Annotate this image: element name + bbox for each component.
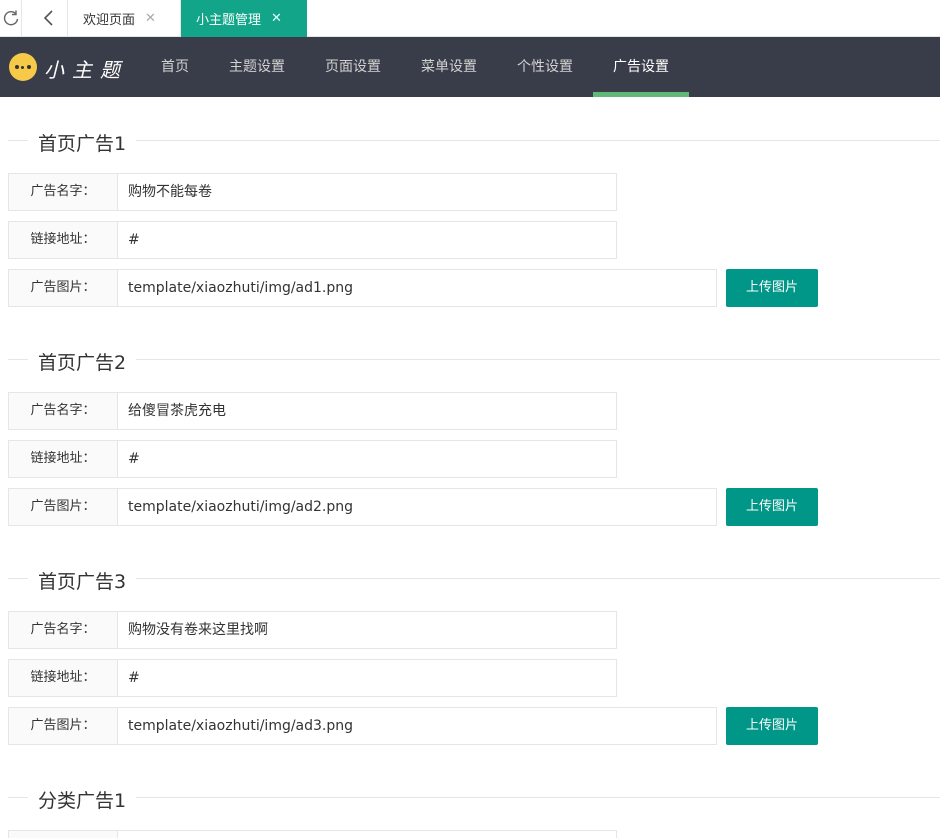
link-input[interactable]: # bbox=[117, 659, 617, 697]
section-divider bbox=[8, 578, 940, 579]
ad-image-label: 广告图片： bbox=[8, 269, 118, 307]
section-title: 首页广告1 bbox=[28, 129, 137, 155]
ad-image-input[interactable]: template/xiaozhuti/img/ad3.png bbox=[117, 707, 717, 745]
section-divider bbox=[8, 359, 940, 360]
tab-label: 欢迎页面 bbox=[83, 13, 136, 28]
section-title: 分类广告1 bbox=[28, 786, 137, 812]
link-label: 链接地址： bbox=[8, 221, 118, 259]
upload-image-button[interactable]: 上传图片 bbox=[726, 707, 818, 745]
ad-name-label: 广告名字： bbox=[8, 173, 118, 211]
ad-name-input[interactable]: 给傻冒茶虎充电 bbox=[117, 392, 617, 430]
link-label: 链接地址： bbox=[8, 440, 118, 478]
nav-item-page-settings[interactable]: 页面设置 bbox=[313, 37, 393, 97]
link-label: 链接地址： bbox=[8, 659, 118, 697]
nav-item-personal-settings[interactable]: 个性设置 bbox=[505, 37, 585, 97]
logo-text: 小主题 bbox=[44, 58, 128, 82]
upload-image-button[interactable]: 上传图片 bbox=[726, 269, 818, 307]
nav-item-menu-settings[interactable]: 菜单设置 bbox=[409, 37, 489, 97]
close-icon[interactable]: ✕ bbox=[271, 11, 282, 26]
section-divider bbox=[8, 140, 940, 141]
close-icon[interactable]: ✕ bbox=[145, 11, 156, 26]
tab-theme-manage[interactable]: 小主题管理 ✕ bbox=[181, 0, 307, 37]
ad-image-label: 广告图片： bbox=[8, 707, 118, 745]
ad-name-label-partial bbox=[8, 830, 118, 838]
ad-image-input[interactable]: template/xiaozhuti/img/ad1.png bbox=[117, 269, 717, 307]
section-title: 首页广告3 bbox=[28, 567, 137, 593]
back-arrow-icon[interactable] bbox=[30, 0, 68, 36]
upload-image-button[interactable]: 上传图片 bbox=[726, 488, 818, 526]
ad-name-label: 广告名字： bbox=[8, 611, 118, 649]
link-input[interactable]: # bbox=[117, 221, 617, 259]
nav-item-theme-settings[interactable]: 主题设置 bbox=[217, 37, 297, 97]
tab-welcome[interactable]: 欢迎页面 ✕ bbox=[68, 0, 181, 37]
section-title: 首页广告2 bbox=[28, 348, 137, 374]
ad-name-label: 广告名字： bbox=[8, 392, 118, 430]
tab-label: 小主题管理 bbox=[196, 13, 262, 28]
ad-name-input[interactable]: 购物没有卷来这里找啊 bbox=[117, 611, 617, 649]
logo-icon bbox=[9, 53, 37, 81]
active-nav-underline bbox=[593, 92, 689, 97]
refresh-icon[interactable] bbox=[0, 0, 22, 36]
tab-bar: 欢迎页面 ✕ 小主题管理 ✕ bbox=[0, 0, 940, 37]
ad-name-input-partial[interactable] bbox=[117, 830, 617, 838]
ad-name-input[interactable]: 购物不能每卷 bbox=[117, 173, 617, 211]
link-input[interactable]: # bbox=[117, 440, 617, 478]
ad-image-input[interactable]: template/xiaozhuti/img/ad2.png bbox=[117, 488, 717, 526]
ad-image-label: 广告图片： bbox=[8, 488, 118, 526]
section-divider bbox=[8, 797, 940, 798]
nav-item-home[interactable]: 首页 bbox=[145, 37, 205, 97]
nav-item-ad-settings[interactable]: 广告设置 bbox=[593, 37, 689, 97]
top-nav: 小主题 首页 主题设置 页面设置 菜单设置 个性设置 广告设置 bbox=[0, 37, 940, 97]
